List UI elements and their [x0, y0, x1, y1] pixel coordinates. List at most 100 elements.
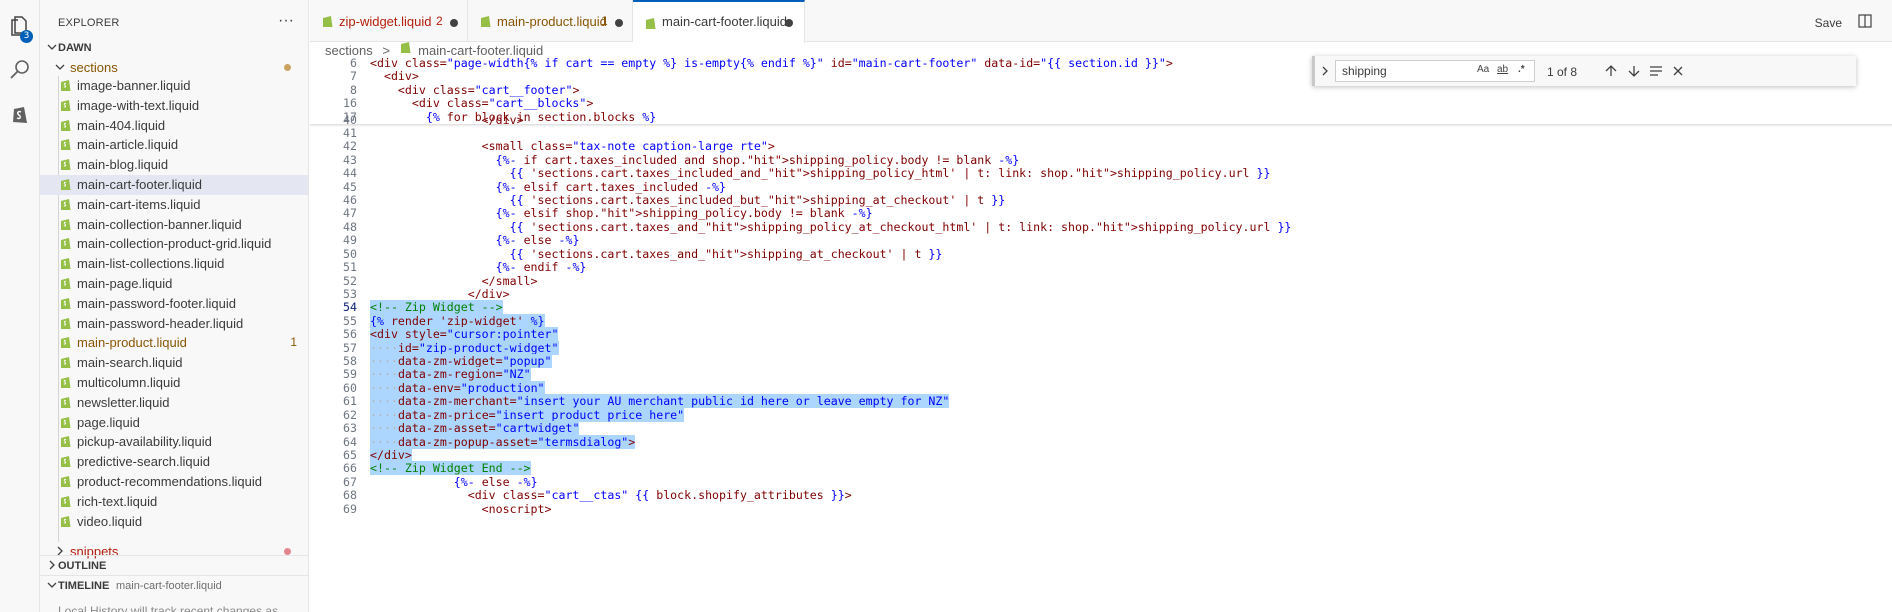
file-name: video.liquid	[77, 513, 143, 529]
file-name: image-with-text.liquid	[77, 97, 200, 113]
outline-section[interactable]: OUTLINE	[40, 555, 308, 575]
chevron-right-icon	[49, 560, 55, 570]
shopify-file-icon	[61, 515, 71, 527]
file-name: main-cart-footer.liquid	[77, 176, 202, 192]
file-name: main-404.liquid	[77, 117, 166, 133]
file-item[interactable]: main-search.liquid	[40, 353, 308, 373]
code-line: <div class="cart__ctas" {{ block.shopify…	[370, 488, 852, 503]
line-number: 16	[343, 96, 357, 111]
line-number: 63	[343, 421, 357, 436]
line-number: 45	[343, 179, 357, 194]
file-item[interactable]: main-collection-banner.liquid	[40, 215, 308, 235]
file-item[interactable]: rich-text.liquid	[40, 492, 308, 512]
file-item[interactable]: pickup-availability.liquid	[40, 432, 308, 452]
line-number: 7	[350, 69, 357, 84]
find-widget: Aa ab .* 1 of 8	[1312, 56, 1856, 86]
shopify-file-icon	[481, 16, 491, 27]
timeline-section[interactable]: TIMELINE main-cart-footer.liquid	[40, 575, 308, 595]
file-item[interactable]: main-404.liquid	[40, 116, 308, 136]
shopify-file-icon	[61, 178, 71, 190]
file-name: main-page.liquid	[77, 275, 173, 291]
file-item[interactable]: multicolumn.liquid	[40, 373, 308, 393]
file-item[interactable]: image-with-text.liquid	[40, 96, 308, 116]
file-name: pickup-availability.liquid	[77, 434, 212, 450]
file-name: page.liquid	[77, 414, 140, 430]
find-in-selection-icon[interactable]	[1648, 63, 1664, 79]
file-item[interactable]: main-blog.liquid	[40, 155, 308, 175]
shopify-file-icon	[61, 80, 71, 91]
line-number: 69	[343, 501, 357, 516]
file-name: main-blog.liquid	[77, 157, 169, 173]
file-item[interactable]: video.liquid	[40, 512, 308, 532]
code-line: {{ 'sections.cart.taxes_and_"hit">shippi…	[509, 246, 943, 261]
code-line: ····data-env="production"	[370, 380, 545, 395]
code-editor[interactable]: 6 <div class="page-width{% if cart == emp…	[310, 56, 1892, 612]
chevron-right-icon[interactable]	[1320, 65, 1330, 77]
timeline-file: main-cart-footer.liquid	[116, 580, 222, 592]
tab-main-product[interactable]: main-product.liquid 1	[468, 0, 633, 42]
search-icon[interactable]	[8, 58, 32, 82]
shopify-file-icon	[61, 416, 71, 428]
file-item[interactable]: main-collection-product-grid.liquid	[40, 234, 308, 254]
line-number: 6	[350, 56, 357, 70]
tab-zip-widget[interactable]: zip-widget.liquid 2	[310, 0, 468, 42]
code-line: {%- elsif shop."hit">shipping_policy.bod…	[495, 206, 873, 221]
line-number: 42	[343, 139, 357, 154]
code-line: <noscript>	[370, 501, 552, 516]
file-item[interactable]: image-banner.liquid	[40, 76, 308, 96]
file-item[interactable]: newsletter.liquid	[40, 393, 308, 413]
more-actions-icon[interactable]: ···	[278, 12, 294, 30]
close-icon[interactable]	[1670, 63, 1686, 79]
shopify-file-icon	[61, 258, 71, 270]
explorer-sidebar: EXPLORER ··· DAWN sections image-banner.…	[40, 0, 309, 612]
error-dot	[284, 548, 291, 555]
line-number: 55	[343, 313, 357, 328]
code-line: {%- else -%}	[453, 474, 538, 489]
arrow-up-icon[interactable]	[1603, 63, 1619, 79]
file-item[interactable]: main-product.liquid 1	[40, 333, 308, 353]
line-number: 57	[343, 340, 357, 355]
file-item[interactable]: main-password-header.liquid	[40, 314, 308, 334]
file-item[interactable]: main-page.liquid	[40, 274, 308, 294]
shopify-file-icon	[323, 16, 333, 27]
shopify-file-icon	[61, 238, 71, 250]
line-number: 46	[343, 193, 357, 208]
sticky-code-line: <div class="page-width{% if cart == empt…	[370, 56, 1173, 70]
folder-sections[interactable]: sections	[40, 57, 308, 77]
file-name: main-article.liquid	[77, 137, 179, 153]
timeline-history-text: Local History will track recent changes …	[58, 604, 279, 612]
code-line: {{ 'sections.cart.taxes_and_"hit">shippi…	[509, 219, 1292, 234]
editor-area: zip-widget.liquid 2 main-product.liquid …	[310, 0, 1892, 612]
source-control-badge: 3	[20, 30, 33, 43]
file-item[interactable]: main-cart-footer.liquid	[40, 174, 308, 195]
file-item[interactable]: main-cart-items.liquid	[40, 195, 308, 215]
file-item[interactable]: predictive-search.liquid	[40, 452, 308, 472]
sticky-code-line: <div>	[370, 69, 419, 84]
code-line: ····data-zm-widget="popup"	[370, 354, 552, 369]
split-editor-icon[interactable]	[1858, 14, 1872, 28]
shopify-file-icon	[61, 475, 71, 487]
file-item[interactable]: main-list-collections.liquid	[40, 254, 308, 274]
line-number: 54	[343, 300, 357, 315]
file-item[interactable]: main-article.liquid	[40, 135, 308, 155]
workspace-dawn[interactable]: DAWN	[40, 38, 308, 58]
file-name: image-banner.liquid	[77, 78, 191, 93]
match-case-icon[interactable]: Aa	[1477, 64, 1489, 75]
regex-icon[interactable]: .*	[1518, 64, 1525, 75]
code-line: ····data-zm-asset="cartwidget"	[370, 421, 580, 436]
file-item[interactable]: product-recommendations.liquid	[40, 472, 308, 492]
file-item[interactable]: page.liquid	[40, 413, 308, 433]
arrow-down-icon[interactable]	[1626, 63, 1642, 79]
file-name: main-search.liquid	[77, 355, 183, 371]
shopify-icon[interactable]	[8, 102, 32, 126]
line-number: 49	[343, 233, 357, 248]
file-name: multicolumn.liquid	[77, 374, 181, 390]
save-button[interactable]: Save	[1815, 16, 1842, 30]
line-number: 43	[343, 152, 357, 167]
tab-main-cart-footer[interactable]: main-cart-footer.liquid	[633, 0, 805, 43]
shopify-file-icon	[61, 357, 71, 369]
line-number: 52	[343, 273, 357, 288]
file-name: main-collection-product-grid.liquid	[77, 236, 272, 252]
file-item[interactable]: main-password-footer.liquid	[40, 294, 308, 314]
whole-word-icon[interactable]: ab	[1497, 64, 1508, 75]
